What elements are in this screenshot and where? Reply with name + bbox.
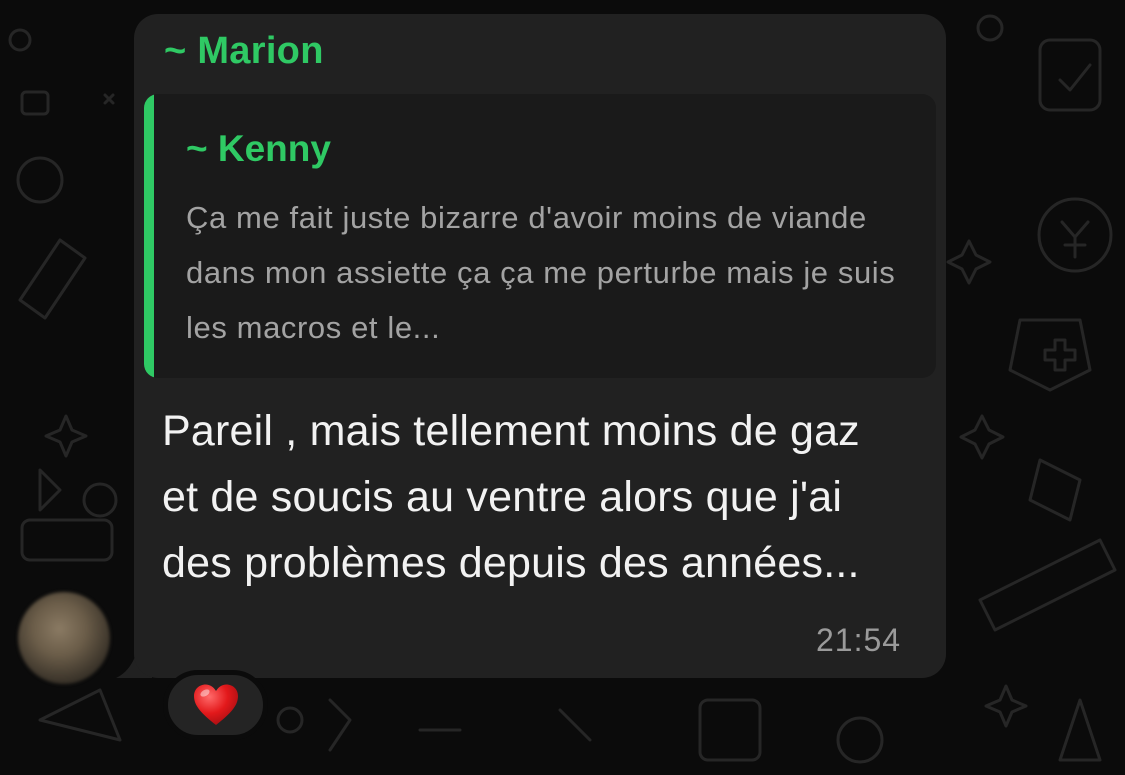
reaction-badge[interactable] <box>163 670 268 740</box>
message-timestamp: 21:54 <box>816 622 902 658</box>
quoted-author: ~ Kenny <box>186 128 331 169</box>
red-heart-icon <box>193 684 238 725</box>
quoted-message[interactable]: ~ Kenny Ça me fait juste bizarre d'avoir… <box>144 94 936 378</box>
message-text: Pareil , mais tellement moins de gaz et … <box>162 407 860 587</box>
quoted-text: Ça me fait juste bizarre d'avoir moins d… <box>186 200 896 345</box>
sender-name[interactable]: ~ Marion <box>164 30 324 73</box>
sender-avatar[interactable] <box>18 592 110 684</box>
quote-accent-bar <box>144 94 154 378</box>
